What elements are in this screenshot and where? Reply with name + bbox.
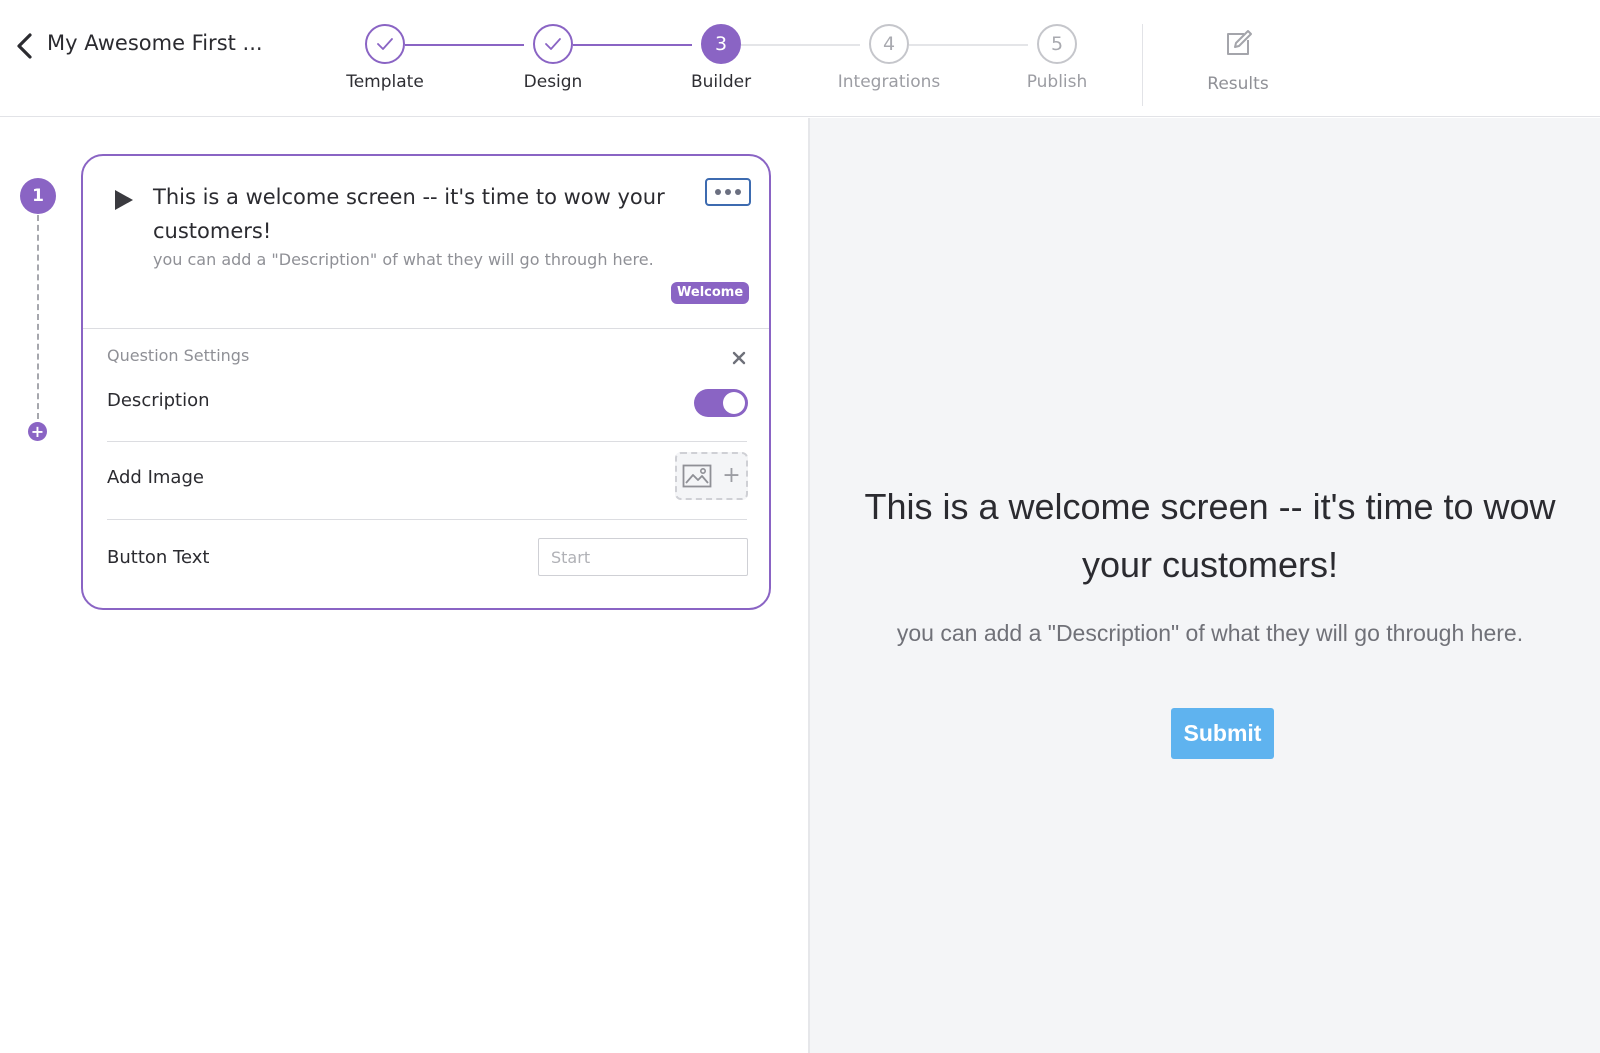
settings-title: Question Settings <box>107 346 250 365</box>
settings-divider <box>107 519 747 520</box>
question-number: 1 <box>20 178 56 214</box>
description-setting-label: Description <box>107 390 210 411</box>
button-text-label: Button Text <box>107 547 210 568</box>
step-builder[interactable]: 3 Builder <box>661 24 781 92</box>
preview-description: you can add a "Description" of what they… <box>896 620 1524 646</box>
step-integrations[interactable]: 4 Integrations <box>829 24 949 92</box>
card-divider <box>83 328 769 329</box>
builder-pane: 1 + This is a welcome screen -- it's tim… <box>0 118 808 1053</box>
chevron-left-icon <box>17 33 32 59</box>
dot-icon <box>725 189 731 195</box>
step-label: Builder <box>690 72 752 92</box>
step-design[interactable]: Design <box>493 24 613 92</box>
question-type-badge: Welcome <box>671 282 750 304</box>
button-text-input[interactable] <box>538 538 748 576</box>
back-button[interactable] <box>12 30 36 62</box>
step-number: 5 <box>1037 24 1077 64</box>
check-icon <box>533 24 573 64</box>
timeline-line <box>37 215 39 419</box>
step-number: 4 <box>869 24 909 64</box>
question-description[interactable]: you can add a "Description" of what they… <box>153 250 654 269</box>
step-label: Publish <box>1026 72 1088 92</box>
step-label: Design <box>523 72 583 92</box>
dot-icon <box>715 189 721 195</box>
step-template[interactable]: Template <box>325 24 445 92</box>
plus-icon: + <box>722 463 741 488</box>
step-label: Integrations <box>837 72 941 92</box>
question-card[interactable]: This is a welcome screen -- it's time to… <box>81 154 771 610</box>
results-button[interactable]: Results <box>1183 28 1293 94</box>
check-icon <box>365 24 405 64</box>
add-image-label: Add Image <box>107 467 204 488</box>
submit-button[interactable]: Submit <box>1171 708 1274 759</box>
add-image-button[interactable]: + <box>675 452 748 500</box>
dot-icon <box>735 189 741 195</box>
step-label: Template <box>346 72 424 92</box>
preview-title: This is a welcome screen -- it's time to… <box>864 486 1556 585</box>
results-label: Results <box>1207 74 1269 94</box>
step-number: 3 <box>701 24 741 64</box>
close-icon[interactable] <box>731 350 747 366</box>
question-title[interactable]: This is a welcome screen -- it's time to… <box>153 180 673 248</box>
image-icon <box>682 464 712 488</box>
plus-icon: + <box>30 422 45 441</box>
more-options-button[interactable] <box>705 178 751 206</box>
play-icon <box>115 190 133 210</box>
settings-divider <box>107 441 747 442</box>
preview-pane: This is a welcome screen -- it's time to… <box>810 118 1600 1053</box>
project-title: My Awesome First ... <box>47 31 263 55</box>
toggle-knob <box>723 392 745 414</box>
edit-icon <box>1227 30 1252 55</box>
step-publish[interactable]: 5 Publish <box>997 24 1117 92</box>
add-question-button[interactable]: + <box>28 422 47 441</box>
header-divider <box>1142 24 1143 106</box>
description-toggle[interactable] <box>694 389 748 417</box>
top-bar: My Awesome First ... Template Design 3 B… <box>0 0 1600 117</box>
